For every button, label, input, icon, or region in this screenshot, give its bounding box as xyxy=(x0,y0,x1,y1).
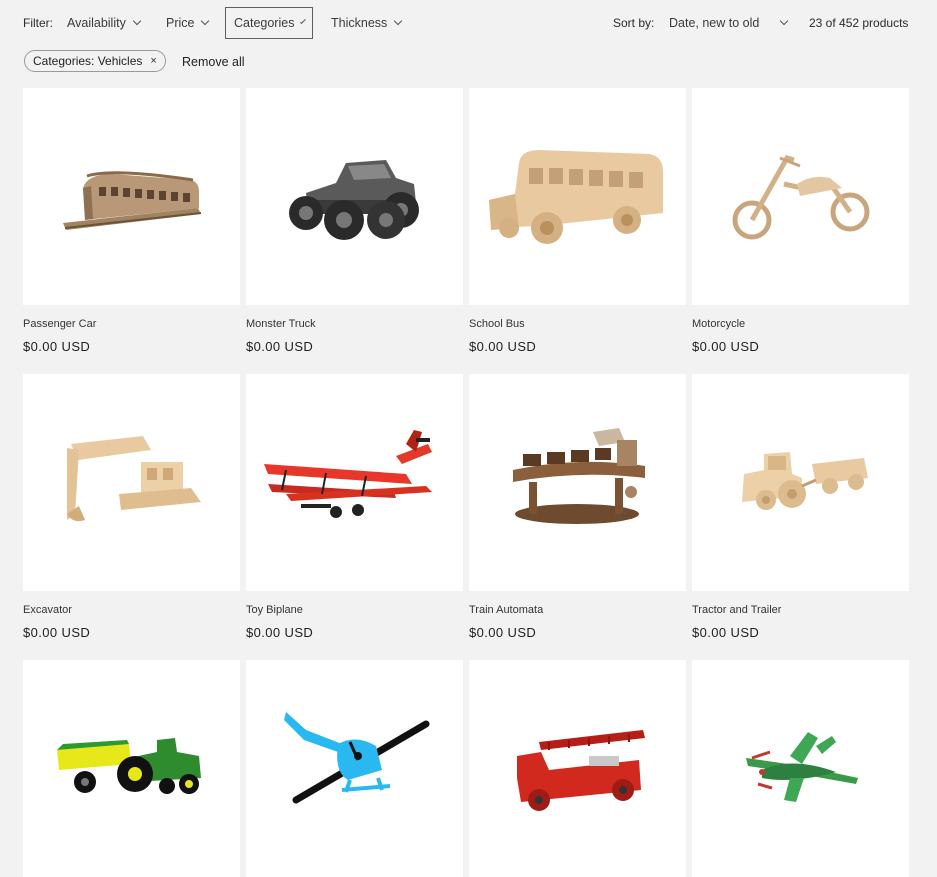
product-price: $0.00 USD xyxy=(692,625,760,640)
product-image[interactable] xyxy=(246,374,463,591)
sort-label: Sort by: xyxy=(613,16,655,30)
product-price: $0.00 USD xyxy=(469,625,537,640)
product-price: $0.00 USD xyxy=(246,339,314,354)
price-filter-label: Price xyxy=(166,16,195,30)
active-filter-pill-label: Categories: Vehicles xyxy=(33,54,143,68)
product-image[interactable] xyxy=(23,660,240,877)
product-card[interactable] xyxy=(469,660,686,877)
chevron-down-icon xyxy=(201,16,210,26)
product-image[interactable] xyxy=(469,374,686,591)
product-card[interactable]: Train Automata $0.00 USD xyxy=(469,374,686,640)
filter-label: Filter: xyxy=(23,16,53,30)
product-title[interactable]: Passenger Car xyxy=(23,318,96,330)
availability-filter-button[interactable]: Availability xyxy=(67,7,142,39)
product-image[interactable] xyxy=(692,660,909,877)
product-card[interactable] xyxy=(246,660,463,877)
product-card[interactable]: Motorcycle $0.00 USD xyxy=(692,88,909,354)
fire-truck-icon xyxy=(517,730,645,811)
biplane-icon xyxy=(264,430,432,518)
thickness-filter-button[interactable]: Thickness xyxy=(331,7,403,39)
chevron-down-icon xyxy=(132,16,142,26)
product-card[interactable]: Monster Truck $0.00 USD xyxy=(246,88,463,354)
train-automata-icon xyxy=(513,428,645,524)
categories-filter-button[interactable]: Categories xyxy=(225,7,313,39)
product-card[interactable]: Tractor and Trailer $0.00 USD xyxy=(692,374,909,640)
chevron-down-icon xyxy=(780,16,789,26)
school-bus-icon xyxy=(489,150,663,244)
product-title[interactable]: Train Automata xyxy=(469,604,543,616)
availability-filter-label: Availability xyxy=(67,16,126,30)
product-image[interactable] xyxy=(246,88,463,305)
product-image[interactable] xyxy=(23,88,240,305)
product-price: $0.00 USD xyxy=(246,625,314,640)
fighter-plane-icon xyxy=(746,732,858,802)
product-title[interactable]: Excavator xyxy=(23,604,72,616)
green-tractor-wagon-icon xyxy=(57,738,201,794)
product-title[interactable]: School Bus xyxy=(469,318,525,330)
monster-truck-icon xyxy=(289,160,419,240)
product-image[interactable] xyxy=(469,88,686,305)
product-image[interactable] xyxy=(692,374,909,591)
tractor-trailer-icon xyxy=(742,452,868,510)
sort-selected-value: Date, new to old xyxy=(669,16,760,30)
product-card[interactable]: School Bus $0.00 USD xyxy=(469,88,686,354)
product-title[interactable]: Tractor and Trailer xyxy=(692,604,781,616)
product-title[interactable]: Monster Truck xyxy=(246,318,316,330)
product-title[interactable]: Toy Biplane xyxy=(246,604,303,616)
product-card[interactable] xyxy=(692,660,909,877)
product-card[interactable]: Excavator $0.00 USD xyxy=(23,374,240,640)
product-title[interactable]: Motorcycle xyxy=(692,318,745,330)
product-price: $0.00 USD xyxy=(23,339,91,354)
sort-select[interactable]: Date, new to old xyxy=(669,16,789,30)
product-price: $0.00 USD xyxy=(23,625,91,640)
motorcycle-icon xyxy=(732,155,870,240)
product-card[interactable]: Toy Biplane $0.00 USD xyxy=(246,374,463,640)
close-icon[interactable]: × xyxy=(150,55,156,67)
passenger-car-icon xyxy=(63,171,202,230)
active-filter-pill[interactable]: Categories: Vehicles × xyxy=(24,50,166,72)
filter-bar: Filter: Availability Price Categories Th… xyxy=(0,0,937,46)
categories-filter-label: Categories xyxy=(234,16,295,30)
product-image[interactable] xyxy=(23,374,240,591)
product-price: $0.00 USD xyxy=(469,339,537,354)
thickness-filter-label: Thickness xyxy=(331,16,388,30)
helicopter-icon xyxy=(284,712,430,804)
chevron-down-icon xyxy=(300,18,306,24)
excavator-icon xyxy=(67,436,201,522)
product-image[interactable] xyxy=(692,88,909,305)
product-image[interactable] xyxy=(246,660,463,877)
price-filter-button[interactable]: Price xyxy=(166,7,210,39)
remove-all-link[interactable]: Remove all xyxy=(182,55,245,69)
chevron-down-icon xyxy=(394,16,403,26)
product-card[interactable] xyxy=(23,660,240,877)
product-count: 23 of 452 products xyxy=(809,16,909,30)
product-price: $0.00 USD xyxy=(692,339,760,354)
product-image[interactable] xyxy=(469,660,686,877)
product-card[interactable]: Passenger Car $0.00 USD xyxy=(23,88,240,354)
